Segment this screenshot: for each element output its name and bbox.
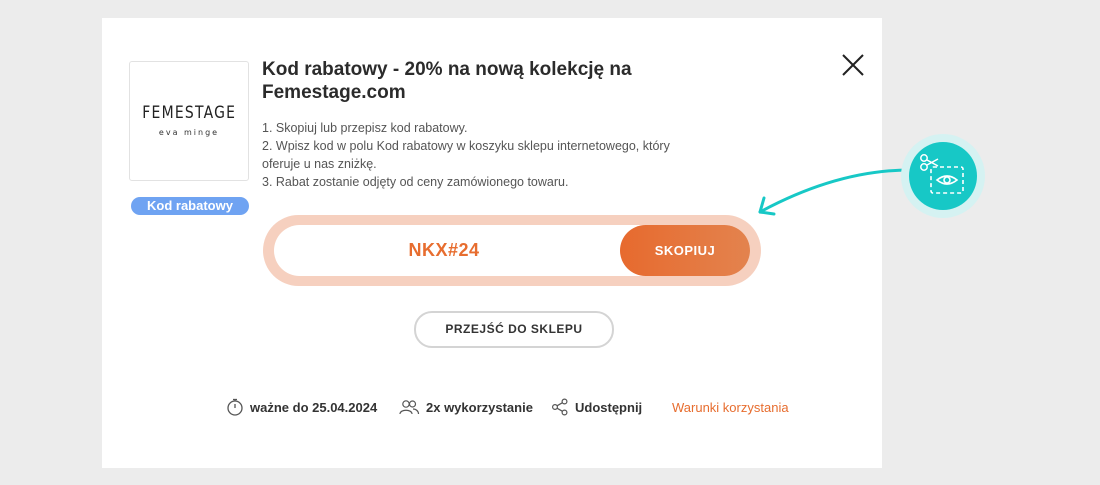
usage-text: 2x wykorzystanie	[426, 399, 533, 415]
hint-arrow	[758, 168, 912, 216]
close-button[interactable]	[840, 52, 866, 78]
instruction-step-2: 2. Wpisz kod w polu Kod rabatowy w koszy…	[262, 139, 670, 171]
logo-subtitle: eva minge	[158, 128, 220, 137]
offer-title: Kod rabatowy - 20% na nową kolekcję na F…	[262, 59, 632, 103]
copy-button[interactable]: SKOPIUJ	[620, 225, 750, 276]
validity-text: ważne do 25.04.2024	[250, 399, 378, 415]
coupon-helper-button[interactable]	[901, 134, 985, 218]
scissors-coupon-icon	[920, 154, 964, 194]
code-field: NKX#24 SKOPIUJ	[274, 225, 750, 276]
share-icon	[551, 398, 568, 416]
coupon-helper-inner	[909, 142, 977, 210]
code-container: NKX#24 SKOPIUJ	[263, 215, 761, 286]
terms-link[interactable]: Warunki korzystania	[672, 396, 789, 418]
offer-footer: ważne do 25.04.2024 2x wykorzystanie Udo…	[102, 396, 882, 418]
instruction-step-3: 3. Rabat zostanie odjęty od ceny zamówio…	[262, 175, 569, 189]
store-logo: FEMESTAGE eva minge	[129, 61, 249, 181]
close-icon	[842, 54, 864, 76]
stopwatch-icon	[227, 398, 243, 416]
instructions: 1. Skopiuj lub przepisz kod rabatowy. 2.…	[262, 119, 722, 191]
users-icon	[399, 400, 420, 415]
logo-wordmark: FEMESTAGE	[142, 103, 236, 123]
coupon-code[interactable]: NKX#24	[274, 225, 614, 276]
usage-count: 2x wykorzystanie	[398, 396, 533, 418]
share-button[interactable]: Udostępnij	[551, 396, 642, 418]
go-to-shop-button[interactable]: PRZEJŚĆ DO SKLEPU	[414, 311, 614, 348]
validity: ważne do 25.04.2024	[226, 396, 377, 418]
type-badge: Kod rabatowy	[131, 197, 249, 215]
coupon-modal: FEMESTAGE eva minge Kod rabatowy Kod rab…	[102, 18, 882, 468]
instruction-step-1: 1. Skopiuj lub przepisz kod rabatowy.	[262, 121, 468, 135]
share-text: Udostępnij	[575, 399, 643, 415]
